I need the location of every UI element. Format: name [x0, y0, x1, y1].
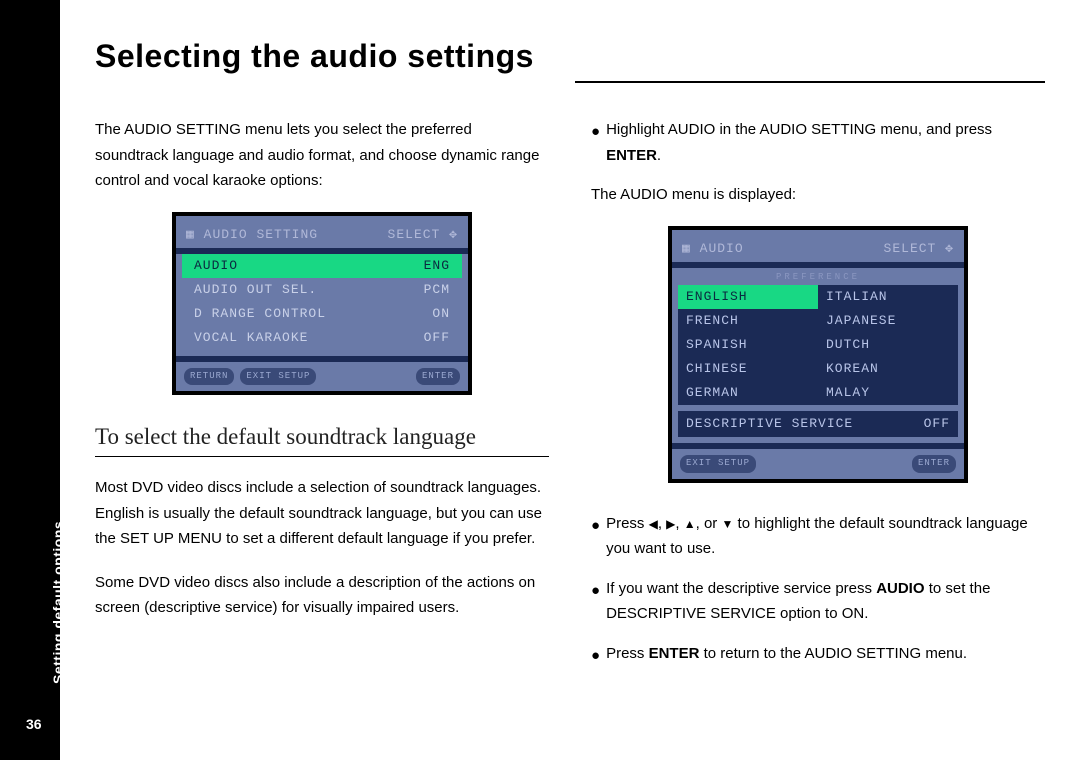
down-arrow-icon: ▼ — [721, 517, 733, 531]
lang-item: KOREAN — [818, 357, 958, 381]
page-title: Selecting the audio settings — [95, 38, 1045, 75]
step-press-arrows: ● Press ◀, ▶, ▲, or ▼ to highlight the d… — [591, 511, 1045, 562]
dpad-icon: ✥ — [449, 227, 458, 242]
osd-row: AUDIOENG — [182, 254, 462, 278]
osd-foot-enter: ENTER — [416, 368, 460, 385]
dpad-icon: ✥ — [945, 241, 954, 256]
osd-foot-enter: ENTER — [912, 455, 956, 472]
osd-footer: EXIT SETUP ENTER — [672, 443, 964, 476]
lang-col-right: ITALIANJAPANESEDUTCHKOREANMALAY — [818, 285, 958, 405]
osd-preference-label: PREFERENCE — [672, 268, 964, 285]
osd-audio-setting: ▦ AUDIO SETTING SELECT ✥ AUDIOENGAUDIO O… — [172, 212, 472, 396]
step-text: Highlight AUDIO in the AUDIO SETTING men… — [606, 117, 1045, 168]
lang-item: ENGLISH — [678, 285, 818, 309]
osd-header: ▦ AUDIO SELECT ✥ — [672, 234, 964, 268]
bullet-icon: ● — [591, 641, 600, 669]
lang-item: JAPANESE — [818, 309, 958, 333]
audio-menu-displayed: The AUDIO menu is displayed: — [591, 182, 1045, 208]
osd-body: AUDIOENGAUDIO OUT SEL.PCMD RANGE CONTROL… — [176, 254, 468, 350]
lang-item: DUTCH — [818, 333, 958, 357]
columns: The AUDIO SETTING menu lets you select t… — [95, 117, 1045, 682]
lang-item: SPANISH — [678, 333, 818, 357]
menu-icon: ▦ — [186, 227, 195, 242]
lang-item: FRENCH — [678, 309, 818, 333]
sidebar: Setting default options 36 — [0, 0, 60, 760]
osd-title: AUDIO — [700, 241, 744, 256]
menu-icon: ▦ — [682, 241, 691, 256]
desc-service-label: DESCRIPTIVE SERVICE — [686, 413, 853, 435]
step-highlight-audio: ● Highlight AUDIO in the AUDIO SETTING m… — [591, 117, 1045, 168]
step-text: Press ENTER to return to the AUDIO SETTI… — [606, 641, 1045, 669]
osd-language-grid: ENGLISHFRENCHSPANISHCHINESEGERMAN ITALIA… — [672, 285, 964, 405]
lang-item: MALAY — [818, 381, 958, 405]
sidebar-section-label: Setting default options — [50, 521, 66, 684]
right-column: ● Highlight AUDIO in the AUDIO SETTING m… — [591, 117, 1045, 682]
step-text: Press ◀, ▶, ▲, or ▼ to highlight the def… — [606, 511, 1045, 562]
osd-descriptive-service-row: DESCRIPTIVE SERVICE OFF — [678, 411, 958, 437]
osd-foot-return: RETURN — [184, 368, 234, 385]
bullet-icon: ● — [591, 511, 600, 562]
osd-select-label: SELECT — [884, 241, 937, 256]
osd-footer: RETURN EXIT SETUP ENTER — [176, 356, 468, 389]
page-number: 36 — [26, 716, 42, 732]
up-arrow-icon: ▲ — [684, 517, 696, 531]
osd-row: AUDIO OUT SEL.PCM — [182, 278, 462, 302]
title-rule — [575, 81, 1045, 83]
osd-audio-languages: ▦ AUDIO SELECT ✥ PREFERENCE ENGLISHFRENC… — [668, 226, 968, 483]
intro-paragraph: The AUDIO SETTING menu lets you select t… — [95, 117, 549, 194]
osd-select-label: SELECT — [388, 227, 441, 242]
step-descriptive-service: ● If you want the descriptive service pr… — [591, 576, 1045, 627]
osd-row: VOCAL KARAOKEOFF — [182, 326, 462, 350]
step-press-enter-return: ● Press ENTER to return to the AUDIO SET… — [591, 641, 1045, 669]
sub-heading: To select the default soundtrack languag… — [95, 423, 549, 452]
left-column: The AUDIO SETTING menu lets you select t… — [95, 117, 549, 682]
right-arrow-icon: ▶ — [666, 517, 675, 531]
bullet-icon: ● — [591, 576, 600, 627]
desc-service-value: OFF — [924, 413, 950, 435]
lang-item: ITALIAN — [818, 285, 958, 309]
lang-col-left: ENGLISHFRENCHSPANISHCHINESEGERMAN — [678, 285, 818, 405]
soundtrack-paragraph-1: Most DVD video discs include a selection… — [95, 475, 549, 552]
step-text: If you want the descriptive service pres… — [606, 576, 1045, 627]
soundtrack-paragraph-2: Some DVD video discs also include a desc… — [95, 570, 549, 621]
left-arrow-icon: ◀ — [649, 517, 658, 531]
osd-header: ▦ AUDIO SETTING SELECT ✥ — [176, 220, 468, 254]
osd-title: AUDIO SETTING — [204, 227, 318, 242]
page-content: Selecting the audio settings The AUDIO S… — [95, 38, 1045, 682]
lang-item: CHINESE — [678, 357, 818, 381]
bullet-icon: ● — [591, 117, 600, 168]
sub-heading-rule — [95, 456, 549, 457]
osd-row: D RANGE CONTROLON — [182, 302, 462, 326]
osd-foot-exit: EXIT SETUP — [680, 455, 756, 472]
osd-foot-exit: EXIT SETUP — [240, 368, 316, 385]
lang-item: GERMAN — [678, 381, 818, 405]
